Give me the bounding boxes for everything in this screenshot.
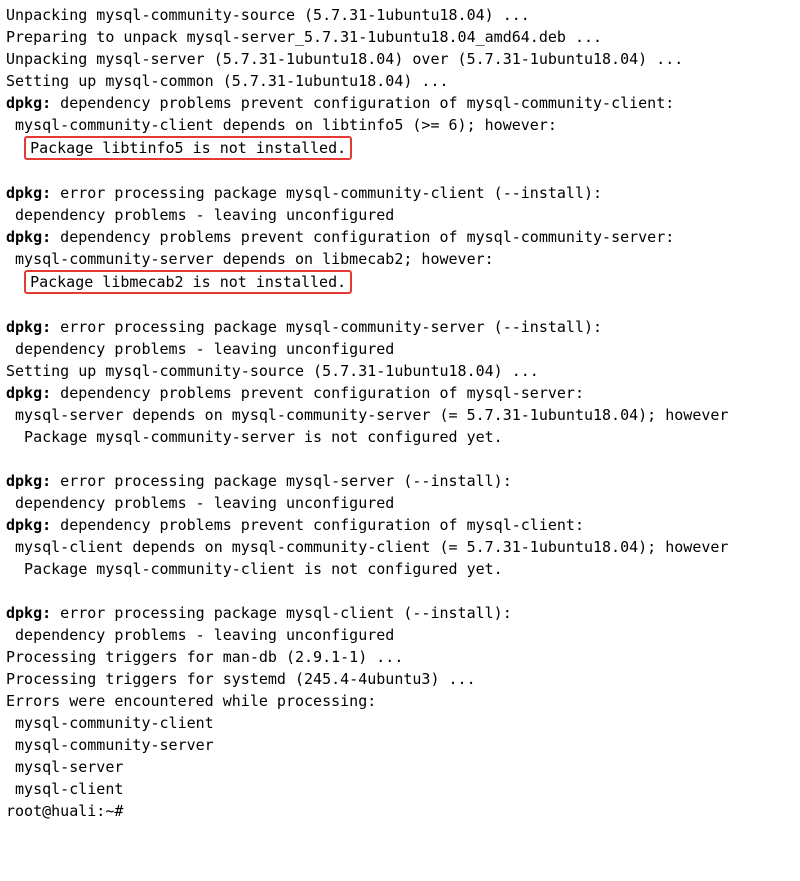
dpkg-tag: dpkg: [6,94,51,112]
output-line: dependency problems prevent configuratio… [51,228,674,246]
output-line: Setting up mysql-community-source (5.7.3… [6,362,539,380]
dpkg-tag: dpkg: [6,604,51,622]
dpkg-tag: dpkg: [6,384,51,402]
output-line: dependency problems prevent configuratio… [51,94,674,112]
output-line: dependency problems - leaving unconfigur… [6,340,394,358]
output-line: dependency problems - leaving unconfigur… [6,626,394,644]
output-line: Package mysql-community-client is not co… [6,560,503,578]
output-line: mysql-client [6,780,123,798]
output-pad [6,273,24,291]
dpkg-tag: dpkg: [6,472,51,490]
dpkg-tag: dpkg: [6,228,51,246]
output-line: Errors were encountered while processing… [6,692,376,710]
output-line: mysql-community-server depends on libmec… [6,250,494,268]
dpkg-tag: dpkg: [6,318,51,336]
terminal-output[interactable]: Unpacking mysql-community-source (5.7.31… [0,0,800,828]
output-line: dependency problems - leaving unconfigur… [6,494,394,512]
output-line: Processing triggers for man-db (2.9.1-1)… [6,648,403,666]
output-line: Package mysql-community-server is not co… [6,428,503,446]
output-line: mysql-client depends on mysql-community-… [6,538,728,556]
dpkg-tag: dpkg: [6,516,51,534]
output-pad [6,139,24,157]
output-line: error processing package mysql-client (-… [51,604,512,622]
output-line: error processing package mysql-community… [51,318,602,336]
error-highlight-libmecab2: Package libmecab2 is not installed. [24,270,352,294]
output-line: dependency problems prevent configuratio… [51,516,584,534]
output-line: error processing package mysql-server (-… [51,472,512,490]
output-line: Processing triggers for systemd (245.4-4… [6,670,476,688]
output-line: Setting up mysql-common (5.7.31-1ubuntu1… [6,72,449,90]
output-line: Unpacking mysql-server (5.7.31-1ubuntu18… [6,50,683,68]
output-line: mysql-community-server [6,736,214,754]
output-line: mysql-community-client depends on libtin… [6,116,557,134]
output-line: Unpacking mysql-community-source (5.7.31… [6,6,530,24]
output-line: mysql-server [6,758,123,776]
shell-prompt[interactable]: root@huali:~# [6,802,123,820]
output-line: mysql-server depends on mysql-community-… [6,406,728,424]
output-line: error processing package mysql-community… [51,184,602,202]
error-highlight-libtinfo5: Package libtinfo5 is not installed. [24,136,352,160]
output-line: dependency problems prevent configuratio… [51,384,584,402]
output-line: mysql-community-client [6,714,214,732]
output-line: Preparing to unpack mysql-server_5.7.31-… [6,28,602,46]
output-line: dependency problems - leaving unconfigur… [6,206,394,224]
dpkg-tag: dpkg: [6,184,51,202]
